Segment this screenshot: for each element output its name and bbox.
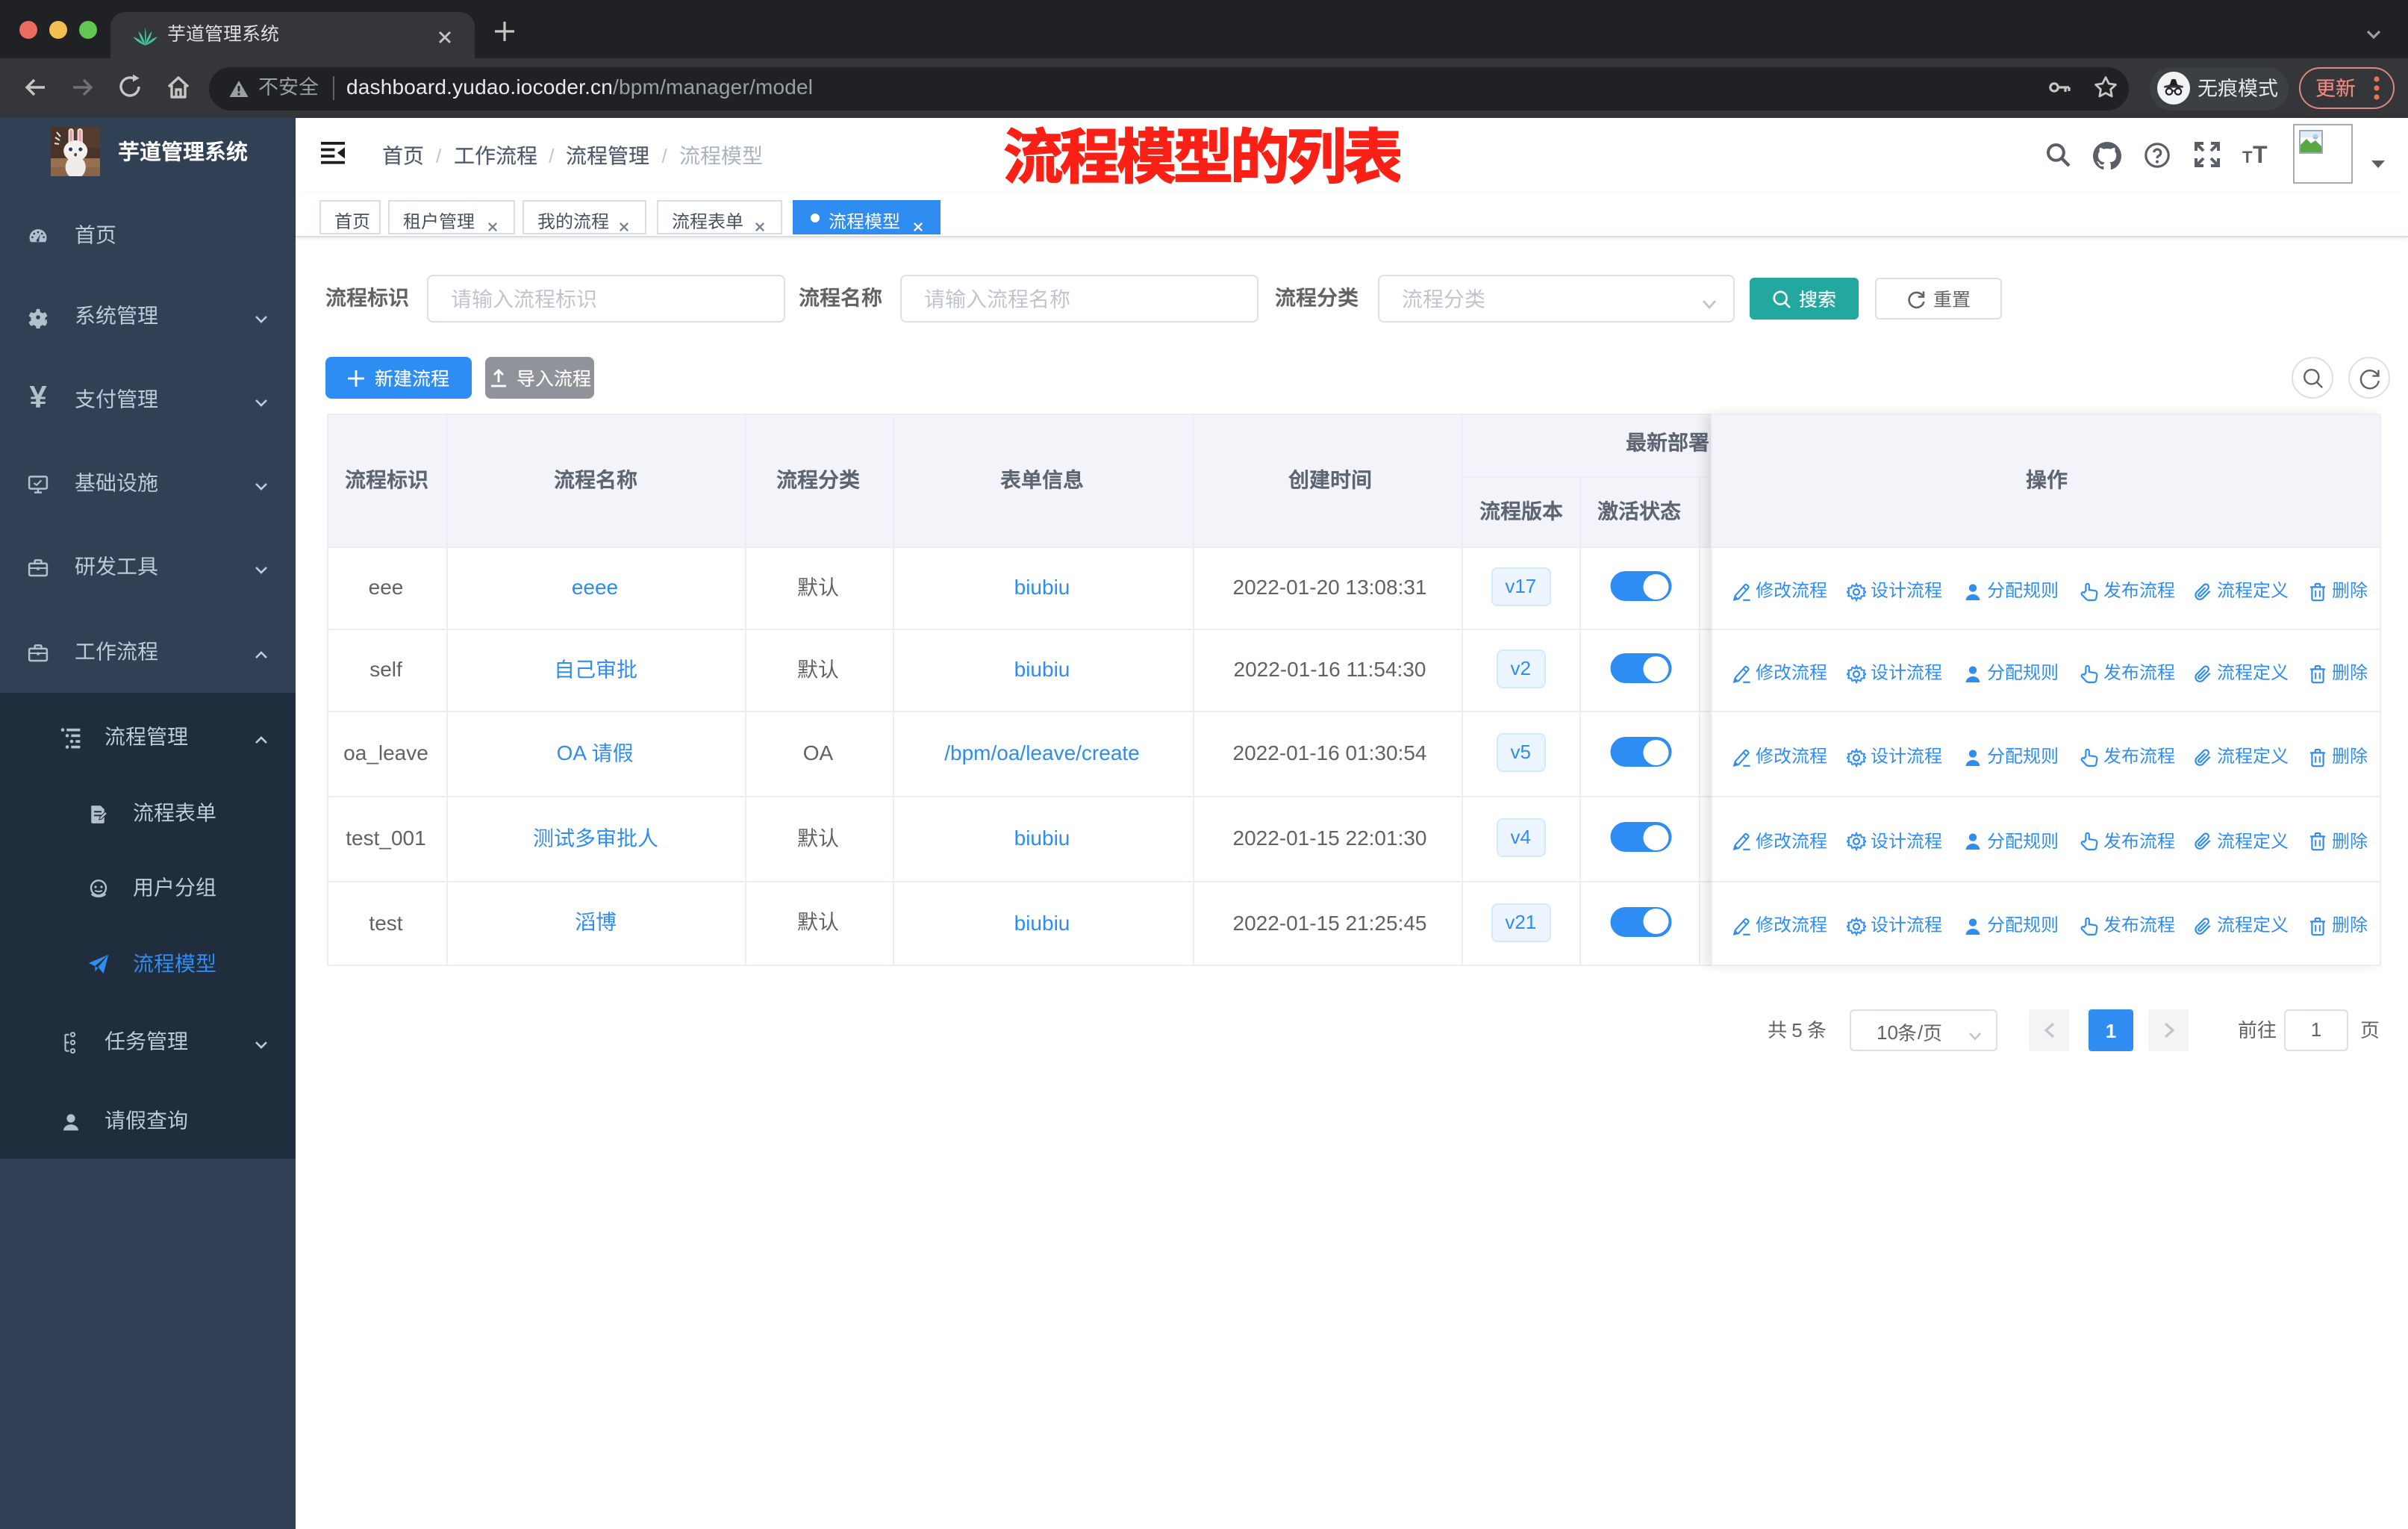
svg-text:T: T [2242, 149, 2252, 167]
svg-text:T: T [2252, 143, 2267, 168]
